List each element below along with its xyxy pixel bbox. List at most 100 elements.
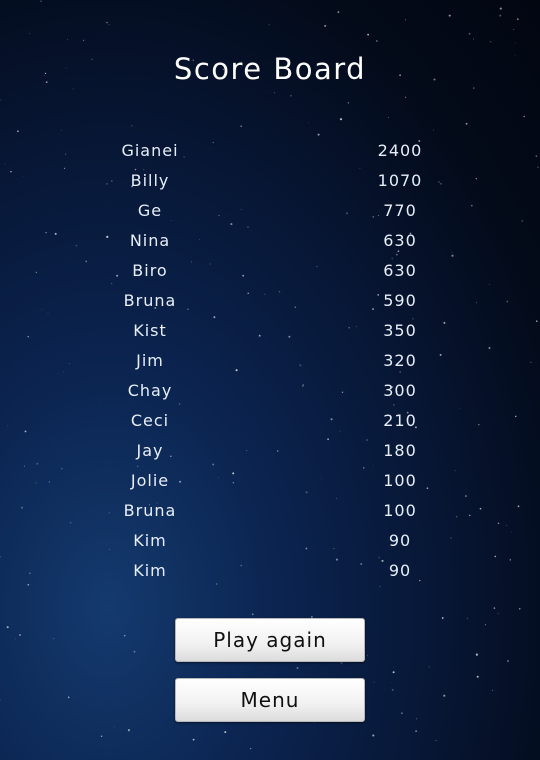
score-row: Chay 300 <box>0 377 540 407</box>
score-row: Kist 350 <box>0 317 540 347</box>
star <box>515 42 516 44</box>
score-row: Billy 1070 <box>0 167 540 197</box>
player-score: 90 <box>388 531 412 550</box>
star <box>473 87 475 89</box>
score-row: Nina 630 <box>0 227 540 257</box>
player-score: 350 <box>383 321 417 340</box>
star <box>313 722 315 724</box>
star <box>100 735 103 737</box>
player-score: 630 <box>383 231 417 250</box>
player-name: Kim <box>133 561 167 580</box>
score-row: Bruna 590 <box>0 287 540 317</box>
star <box>274 92 276 94</box>
player-score: 320 <box>383 351 417 370</box>
star <box>518 607 521 610</box>
star <box>72 88 74 90</box>
score-row: Jolie 100 <box>0 467 540 497</box>
star <box>67 696 70 699</box>
star <box>29 33 31 35</box>
star <box>433 129 434 131</box>
star <box>401 712 403 714</box>
star <box>337 11 340 14</box>
star <box>240 125 243 128</box>
page-title: Score Board <box>173 52 367 86</box>
player-score: 770 <box>383 201 417 220</box>
player-name: Jolie <box>130 471 170 490</box>
star <box>17 130 19 133</box>
star <box>296 667 299 669</box>
score-row: Ge 770 <box>0 197 540 227</box>
player-name: Jay <box>136 441 164 460</box>
player-name: Bruna <box>123 291 177 310</box>
star <box>268 24 270 26</box>
menu-button[interactable]: Menu <box>175 678 365 722</box>
score-row: Jim 320 <box>0 347 540 377</box>
player-name: Bruna <box>123 501 177 520</box>
player-name: Gianei <box>121 141 179 160</box>
star <box>340 661 343 664</box>
player-score: 300 <box>383 381 417 400</box>
player-score: 210 <box>383 411 417 430</box>
star <box>465 122 468 125</box>
star <box>448 14 451 17</box>
scoreboard-list: Gianei 2400 Billy 1070 Ge 770 Nina 630 B… <box>0 137 540 587</box>
star <box>67 39 68 40</box>
score-row: Biro 630 <box>0 257 540 287</box>
star <box>347 102 350 104</box>
player-score: 1070 <box>377 171 423 190</box>
player-score: 2400 <box>377 141 423 160</box>
player-name: Ge <box>137 201 163 220</box>
star <box>324 24 327 27</box>
star <box>19 634 21 636</box>
star <box>290 94 292 97</box>
star <box>0 699 1 701</box>
player-name: Nina <box>129 231 171 250</box>
star <box>513 28 515 30</box>
play-again-button[interactable]: Play again <box>175 618 365 662</box>
star <box>506 659 510 663</box>
star <box>372 734 375 737</box>
player-score: 180 <box>383 441 417 460</box>
player-score: 630 <box>383 261 417 280</box>
score-row: Jay 180 <box>0 437 540 467</box>
star <box>415 718 418 720</box>
player-score: 100 <box>383 471 417 490</box>
star <box>266 92 268 94</box>
star <box>133 650 136 653</box>
star <box>6 626 9 629</box>
star <box>53 638 55 640</box>
star <box>404 19 407 21</box>
star <box>441 617 444 619</box>
star <box>523 115 525 118</box>
star <box>493 607 496 609</box>
star <box>40 0 42 2</box>
player-name: Billy <box>130 171 170 190</box>
star <box>476 675 479 678</box>
player-score: 590 <box>383 291 417 310</box>
player-name: Kist <box>133 321 167 340</box>
score-row: Kim 90 <box>0 557 540 587</box>
star <box>124 635 126 637</box>
star <box>466 617 468 619</box>
star <box>113 726 115 728</box>
player-name: Kim <box>133 531 167 550</box>
score-row: Ceci 210 <box>0 407 540 437</box>
star <box>475 653 478 656</box>
star <box>339 118 343 121</box>
star <box>390 682 392 683</box>
star <box>106 21 108 24</box>
star <box>376 40 378 42</box>
star <box>405 96 407 98</box>
player-score: 100 <box>383 501 417 520</box>
star <box>108 24 110 26</box>
star <box>393 666 395 668</box>
star <box>391 688 394 691</box>
star <box>484 624 486 626</box>
star <box>367 655 369 657</box>
star <box>251 613 254 616</box>
player-name: Biro <box>132 261 168 280</box>
score-row: Kim 90 <box>0 527 540 557</box>
star <box>14 638 16 640</box>
star <box>428 666 430 668</box>
star <box>82 39 85 42</box>
